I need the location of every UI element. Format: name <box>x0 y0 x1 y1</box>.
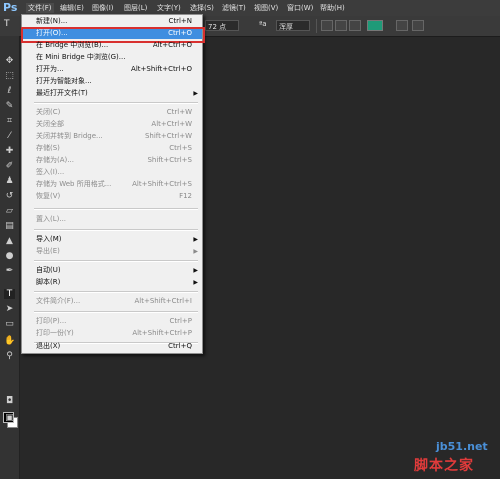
clone-stamp-icon[interactable]: ♟ <box>4 176 15 186</box>
screen-mode-icon[interactable]: ▣ <box>4 413 15 423</box>
submenu-arrow-icon: ▶ <box>193 236 198 243</box>
submenu-arrow-icon: ▶ <box>193 279 198 286</box>
warp-text-icon[interactable] <box>396 20 408 31</box>
menu-item-open[interactable]: 打开(O)... Ctrl+O <box>22 28 202 39</box>
antialias-select[interactable]: 浑厚 <box>276 20 310 31</box>
menu-item-automate[interactable]: 自动(U) ▶ <box>22 265 202 276</box>
submenu-arrow-icon: ▶ <box>193 248 198 255</box>
watermark-text: 脚本之家 <box>414 458 474 474</box>
menu-separator <box>34 208 198 210</box>
menu-item-check-in[interactable]: 签入(I)... <box>22 167 202 178</box>
menu-item-save-as[interactable]: 存储为(A)... Shift+Ctrl+S <box>22 155 202 166</box>
dodge-icon[interactable]: ● <box>4 251 15 261</box>
quick-mask-icon[interactable]: ◘ <box>4 396 15 406</box>
menu-item-close-go-bridge[interactable]: 关闭并转到 Bridge... Shift+Ctrl+W <box>22 131 202 142</box>
menu-item-import[interactable]: 导入(M) ▶ <box>22 234 202 245</box>
menu-image[interactable]: 图像(I) <box>92 3 114 13</box>
menu-item-recent-files[interactable]: 最近打开文件(T) ▶ <box>22 88 202 99</box>
menu-separator <box>34 311 198 313</box>
lasso-icon[interactable]: ℓ <box>4 86 15 96</box>
align-left-icon[interactable] <box>321 20 333 31</box>
blur-icon[interactable]: ▲ <box>4 236 15 246</box>
align-right-icon[interactable] <box>349 20 361 31</box>
hand-icon[interactable]: ✋ <box>4 336 15 346</box>
menu-help[interactable]: 帮助(H) <box>320 3 345 13</box>
menu-separator <box>34 260 198 262</box>
menu-item-exit[interactable]: 退出(X) Ctrl+Q <box>22 341 202 352</box>
menu-item-print-one-copy[interactable]: 打印一份(Y) Alt+Shift+Ctrl+P <box>22 328 202 339</box>
menu-item-open-as[interactable]: 打开为... Alt+Shift+Ctrl+O <box>22 64 202 75</box>
align-center-icon[interactable] <box>335 20 347 31</box>
move-icon[interactable]: ✥ <box>4 56 15 66</box>
type-tool-icon[interactable]: T <box>4 19 10 30</box>
submenu-arrow-icon: ▶ <box>193 267 198 274</box>
history-brush-icon[interactable]: ↺ <box>4 191 15 201</box>
character-panel-icon[interactable] <box>412 20 424 31</box>
zoom-icon[interactable]: ⚲ <box>4 351 15 361</box>
text-color-swatch[interactable] <box>367 20 383 31</box>
eraser-icon[interactable]: ▱ <box>4 206 15 216</box>
menu-item-browse-mini-bridge[interactable]: 在 Mini Bridge 中浏览(G)... <box>22 52 202 63</box>
menu-edit[interactable]: 编辑(E) <box>60 3 84 13</box>
menu-item-browse-bridge[interactable]: 在 Bridge 中浏览(B)... Alt+Ctrl+O <box>22 40 202 51</box>
menu-window[interactable]: 窗口(W) <box>287 3 313 13</box>
crop-icon[interactable]: ⌗ <box>4 116 15 126</box>
divider <box>316 19 317 33</box>
tools-panel: ✥ ⬚ ℓ ✎ ⌗ ⁄ ✚ ✐ ♟ ↺ ▱ ▤ ▲ ● ✒ T ➤ ▭ ✋ ⚲ … <box>0 36 20 479</box>
quick-select-icon[interactable]: ✎ <box>4 101 15 111</box>
menu-select[interactable]: 选择(S) <box>190 3 214 13</box>
healing-brush-icon[interactable]: ✚ <box>4 146 15 156</box>
menu-item-scripts[interactable]: 脚本(R) ▶ <box>22 277 202 288</box>
font-size-field[interactable]: 72 点 <box>205 20 239 31</box>
submenu-arrow-icon: ▶ <box>193 90 198 97</box>
antialias-icon: ªa <box>259 20 267 28</box>
menu-separator <box>34 102 198 104</box>
menu-item-revert[interactable]: 恢复(V) F12 <box>22 191 202 202</box>
menu-file[interactable]: 文件(F) <box>26 3 54 13</box>
marquee-icon[interactable]: ⬚ <box>4 71 15 81</box>
menu-separator <box>34 291 198 293</box>
menu-view[interactable]: 视图(V) <box>254 3 278 13</box>
type-icon[interactable]: T <box>4 289 15 299</box>
menu-filter[interactable]: 滤镜(T) <box>222 3 246 13</box>
menu-item-file-info[interactable]: 文件简介(F)... Alt+Shift+Ctrl+I <box>22 296 202 307</box>
menu-item-close[interactable]: 关闭(C) Ctrl+W <box>22 107 202 118</box>
path-select-icon[interactable]: ➤ <box>4 304 15 314</box>
brush-icon[interactable]: ✐ <box>4 161 15 171</box>
shape-icon[interactable]: ▭ <box>4 319 15 329</box>
menu-item-new[interactable]: 新建(N)... Ctrl+N <box>22 16 202 27</box>
menu-item-export[interactable]: 导出(E) ▶ <box>22 246 202 257</box>
eyedropper-icon[interactable]: ⁄ <box>4 131 15 141</box>
watermark-site: jb51.net <box>436 440 488 453</box>
menu-layer[interactable]: 图层(L) <box>124 3 147 13</box>
file-menu-dropdown: 新建(N)... Ctrl+N 打开(O)... Ctrl+O 在 Bridge 中… <box>21 14 205 354</box>
menu-item-print[interactable]: 打印(P)... Ctrl+P <box>22 316 202 327</box>
menu-item-open-smart-object[interactable]: 打开为智能对象... <box>22 76 202 87</box>
menu-item-save-for-web[interactable]: 存储为 Web 所用格式... Alt+Shift+Ctrl+S <box>22 179 202 190</box>
menu-item-close-all[interactable]: 关闭全部 Alt+Ctrl+W <box>22 119 202 130</box>
menu-separator <box>34 229 198 231</box>
menu-item-save[interactable]: 存储(S) Ctrl+S <box>22 143 202 154</box>
menu-type[interactable]: 文字(Y) <box>157 3 181 13</box>
menu-item-place[interactable]: 置入(L)... <box>22 214 202 225</box>
photoshop-logo: Ps <box>3 1 18 14</box>
pen-icon[interactable]: ✒ <box>4 266 15 276</box>
gradient-icon[interactable]: ▤ <box>4 221 15 231</box>
